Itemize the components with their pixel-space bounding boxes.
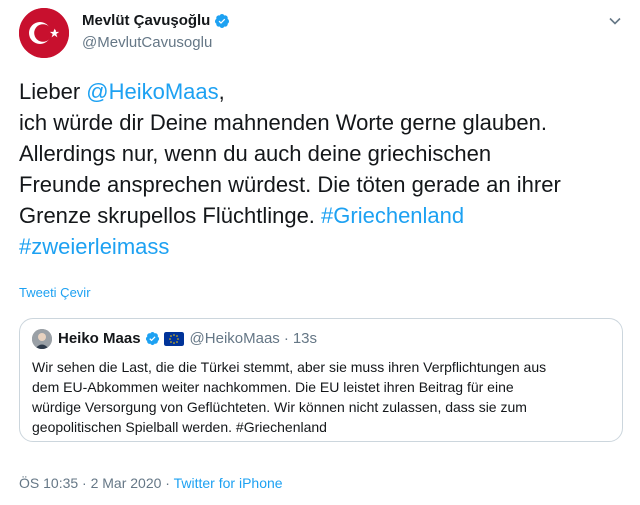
translate-tweet-link[interactable]: Tweeti Çevir (19, 285, 91, 300)
tweet-line-5-text: Grenze skrupellos Flüchtlinge. (19, 203, 322, 228)
tweet-line-3: Allerdings nur, wenn du auch deine griec… (19, 141, 492, 166)
quoted-separator: · (283, 330, 289, 347)
quoted-author-avatar (32, 329, 52, 349)
quoted-line-3: würdige Versorgung von Geflüchteten. Wir… (32, 399, 527, 415)
quoted-tweet-text: Wir sehen die Last, die die Türkei stemm… (32, 357, 612, 437)
turkish-flag-icon (19, 8, 69, 58)
mention-link[interactable]: @HeikoMaas (86, 79, 218, 104)
author-name[interactable]: Mevlüt Çavuşoğlu (82, 12, 210, 29)
tweet-line-2: ich würde dir Deine mahnenden Worte gern… (19, 110, 547, 135)
quoted-author-name: Heiko Maas (58, 330, 141, 347)
verified-badge-icon (215, 13, 230, 28)
hashtag-link[interactable]: #zweierleimass (19, 234, 169, 259)
tweet-line-1: Lieber @HeikoMaas, (19, 76, 619, 107)
quoted-line-2: dem EU-Abkommen weiter nachkommen. Die E… (32, 379, 514, 395)
tweet-line-4: Freunde ansprechen würdest. Die töten ge… (19, 172, 561, 197)
quoted-line-4: geopolitischen Spielball werden. #Griech… (32, 419, 327, 435)
tweet-meta: ÖS 10:35 · 2 Mar 2020 · Twitter for iPho… (19, 475, 283, 491)
quoted-author-handle: @HeikoMaas (189, 330, 280, 347)
author-avatar[interactable] (19, 8, 69, 58)
quoted-tweet-card[interactable]: Heiko Maas @HeikoMaas · 13s Wir sehen di… (19, 318, 623, 442)
author-name-row: Mevlüt Çavuşoğlu (82, 12, 230, 29)
eu-flag-icon (163, 331, 184, 346)
tweet-line-1-prefix: Lieber (19, 79, 87, 104)
tweet-text: Lieber @HeikoMaas, ich würde dir Deine m… (19, 76, 619, 262)
tweet-timestamp[interactable]: ÖS 10:35 · 2 Mar 2020 · (19, 475, 174, 491)
tweet-line-6: #zweierleimass (19, 231, 619, 262)
author-handle[interactable]: @MevlutCavusoglu (82, 34, 212, 51)
person-avatar-icon (32, 329, 52, 349)
tweet-line-1-suffix: , (218, 79, 225, 104)
quoted-line-1: Wir sehen die Last, die die Türkei stemm… (32, 359, 547, 375)
verified-badge-icon (145, 331, 159, 346)
tweet-line-5: Grenze skrupellos Flüchtlinge. #Griechen… (19, 200, 619, 231)
quoted-header: Heiko Maas @HeikoMaas · 13s (58, 330, 317, 347)
hashtag-link[interactable]: #Griechenland (321, 203, 464, 228)
tweet-source-link[interactable]: Twitter for iPhone (174, 475, 283, 491)
quoted-timestamp: 13s (292, 330, 317, 347)
chevron-down-icon[interactable] (608, 14, 622, 28)
